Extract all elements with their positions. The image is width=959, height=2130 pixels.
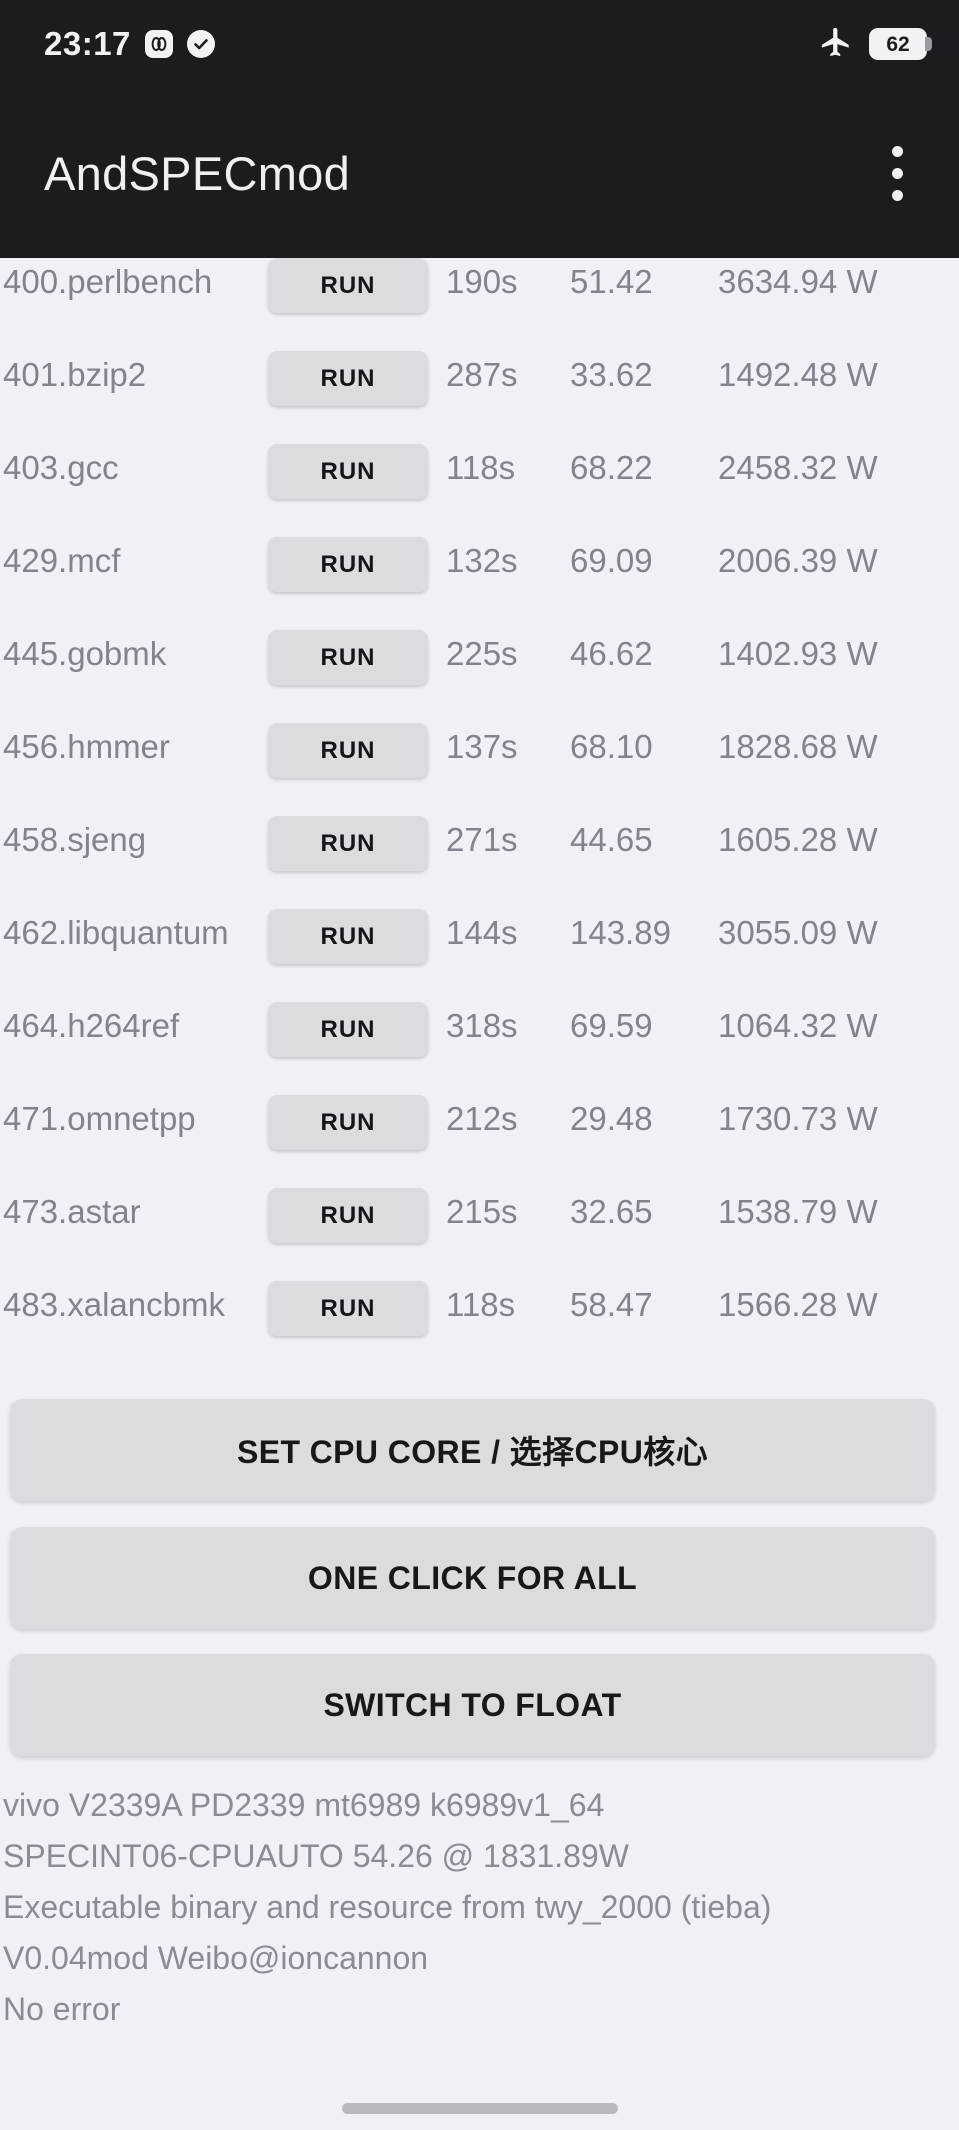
menu-dot — [891, 145, 903, 157]
benchmark-name: 458.sjeng — [3, 821, 147, 858]
benchmark-score: 68.22 — [570, 449, 653, 486]
one-click-for-all-button[interactable]: ONE CLICK FOR ALL — [10, 1527, 935, 1629]
benchmark-power: 1605.28 W — [718, 821, 878, 858]
benchmark-time: 225s — [446, 635, 518, 672]
run-button[interactable]: RUN — [268, 909, 428, 964]
check-circle-icon — [186, 30, 215, 58]
benchmark-time: 144s — [446, 914, 518, 951]
switch-to-float-button[interactable]: SWITCH TO FLOAT — [10, 1654, 935, 1756]
benchmark-score: 69.59 — [570, 1007, 653, 1044]
table-row: 462.libquantum RUN 144s 143.89 3055.09 W — [0, 899, 959, 992]
benchmark-power: 2006.39 W — [718, 542, 878, 579]
vibrate-icon — [144, 30, 173, 58]
benchmark-score: 143.89 — [570, 914, 671, 951]
table-row: 445.gobmk RUN 225s 46.62 1402.93 W — [0, 620, 959, 713]
benchmark-score: 46.62 — [570, 635, 653, 672]
run-button[interactable]: RUN — [268, 1188, 428, 1243]
benchmark-name: 400.perlbench — [3, 263, 213, 300]
benchmark-name: 456.hmmer — [3, 728, 170, 765]
table-row: 458.sjeng RUN 271s 44.65 1605.28 W — [0, 806, 959, 899]
benchmark-name: 429.mcf — [3, 542, 121, 579]
resource-credit-line: Executable binary and resource from twy_… — [3, 1889, 772, 1925]
run-button[interactable]: RUN — [268, 444, 428, 499]
run-button[interactable]: RUN — [268, 1281, 428, 1336]
app-title: AndSPECmod — [44, 146, 351, 200]
benchmark-name: 483.xalancbmk — [3, 1286, 225, 1323]
table-row: 464.h264ref RUN 318s 69.59 1064.32 W — [0, 992, 959, 1085]
benchmark-power: 1402.93 W — [718, 635, 878, 672]
run-button[interactable]: RUN — [268, 537, 428, 592]
status-bar: 23:17 62 — [0, 0, 959, 88]
run-button[interactable]: RUN — [268, 351, 428, 406]
benchmark-time: 137s — [446, 728, 518, 765]
benchmark-power: 2458.32 W — [718, 449, 878, 486]
more-vertical-icon[interactable] — [865, 136, 929, 210]
benchmark-time: 212s — [446, 1100, 518, 1137]
table-row: 456.hmmer RUN 137s 68.10 1828.68 W — [0, 713, 959, 806]
benchmark-name: 471.omnetpp — [3, 1100, 196, 1137]
status-bar-right: 62 — [819, 25, 932, 64]
benchmark-time: 118s — [446, 449, 516, 486]
airplane-mode-icon — [819, 25, 853, 64]
version-credit-line: V0.04mod Weibo@ioncannon — [3, 1940, 429, 1976]
menu-dot — [891, 167, 903, 179]
battery-indicator: 62 — [869, 28, 932, 60]
table-row: 483.xalancbmk RUN 118s 58.47 1566.28 W — [0, 1271, 959, 1364]
table-row: 473.astar RUN 215s 32.65 1538.79 W — [0, 1178, 959, 1271]
run-button[interactable]: RUN — [268, 630, 428, 685]
benchmark-score: 58.47 — [570, 1286, 653, 1323]
benchmark-name: 464.h264ref — [3, 1007, 180, 1044]
benchmark-power: 1538.79 W — [718, 1193, 878, 1230]
run-button[interactable]: RUN — [268, 1095, 428, 1150]
suite-score-line: SPECINT06-CPUAUTO 54.26 @ 1831.89W — [3, 1838, 629, 1874]
benchmark-name: 473.astar — [3, 1193, 141, 1230]
benchmark-time: 287s — [446, 356, 518, 393]
menu-dot — [891, 189, 903, 201]
run-button[interactable]: RUN — [268, 723, 428, 778]
benchmark-list[interactable]: 400.perlbench RUN 190s 51.42 3634.94 W 401.bz… — [0, 258, 959, 1384]
benchmark-score: 32.65 — [570, 1193, 653, 1230]
status-clock: 23:17 — [44, 25, 131, 62]
benchmark-score: 44.65 — [570, 821, 653, 858]
benchmark-power: 1064.32 W — [718, 1007, 878, 1044]
table-row: 401.bzip2 RUN 287s 33.62 1492.48 W — [0, 341, 959, 434]
app-bar: AndSPECmod — [0, 88, 959, 258]
battery-level-label: 62 — [886, 32, 910, 56]
benchmark-power: 1566.28 W — [718, 1286, 878, 1323]
run-button[interactable]: RUN — [268, 816, 428, 871]
gesture-nav-pill[interactable] — [341, 2103, 618, 2114]
table-row: 403.gcc RUN 118s 68.22 2458.32 W — [0, 434, 959, 527]
table-row: 471.omnetpp RUN 212s 29.48 1730.73 W — [0, 1085, 959, 1178]
table-row: 429.mcf RUN 132s 69.09 2006.39 W — [0, 527, 959, 620]
benchmark-power: 3634.94 W — [718, 263, 878, 300]
benchmark-name: 401.bzip2 — [3, 356, 147, 393]
set-cpu-core-button[interactable]: SET CPU CORE / 选择CPU核心 — [10, 1399, 935, 1501]
benchmark-score: 29.48 — [570, 1100, 653, 1137]
table-row: 400.perlbench RUN 190s 51.42 3634.94 W — [0, 258, 959, 341]
run-button[interactable]: RUN — [268, 258, 428, 313]
benchmark-time: 271s — [446, 821, 518, 858]
benchmark-time: 190s — [446, 263, 518, 300]
benchmark-name: 462.libquantum — [3, 914, 229, 951]
benchmark-power: 1828.68 W — [718, 728, 878, 765]
error-status-line: No error — [3, 1991, 121, 2027]
benchmark-name: 403.gcc — [3, 449, 119, 486]
benchmark-time: 318s — [446, 1007, 518, 1044]
benchmark-time: 132s — [446, 542, 518, 579]
benchmark-score: 69.09 — [570, 542, 653, 579]
benchmark-power: 1492.48 W — [718, 356, 878, 393]
benchmark-name: 445.gobmk — [3, 635, 167, 672]
info-footer: vivo V2339A PD2339 mt6989 k6989v1_64 SPE… — [3, 1780, 953, 2035]
benchmark-score: 68.10 — [570, 728, 653, 765]
run-button[interactable]: RUN — [268, 1002, 428, 1057]
benchmark-power: 3055.09 W — [718, 914, 878, 951]
benchmark-score: 51.42 — [570, 263, 653, 300]
device-info-line: vivo V2339A PD2339 mt6989 k6989v1_64 — [3, 1787, 605, 1823]
benchmark-time: 118s — [446, 1286, 516, 1323]
benchmark-power: 1730.73 W — [718, 1100, 878, 1137]
benchmark-time: 215s — [446, 1193, 518, 1230]
benchmark-score: 33.62 — [570, 356, 653, 393]
status-bar-left: 23:17 — [44, 25, 215, 63]
